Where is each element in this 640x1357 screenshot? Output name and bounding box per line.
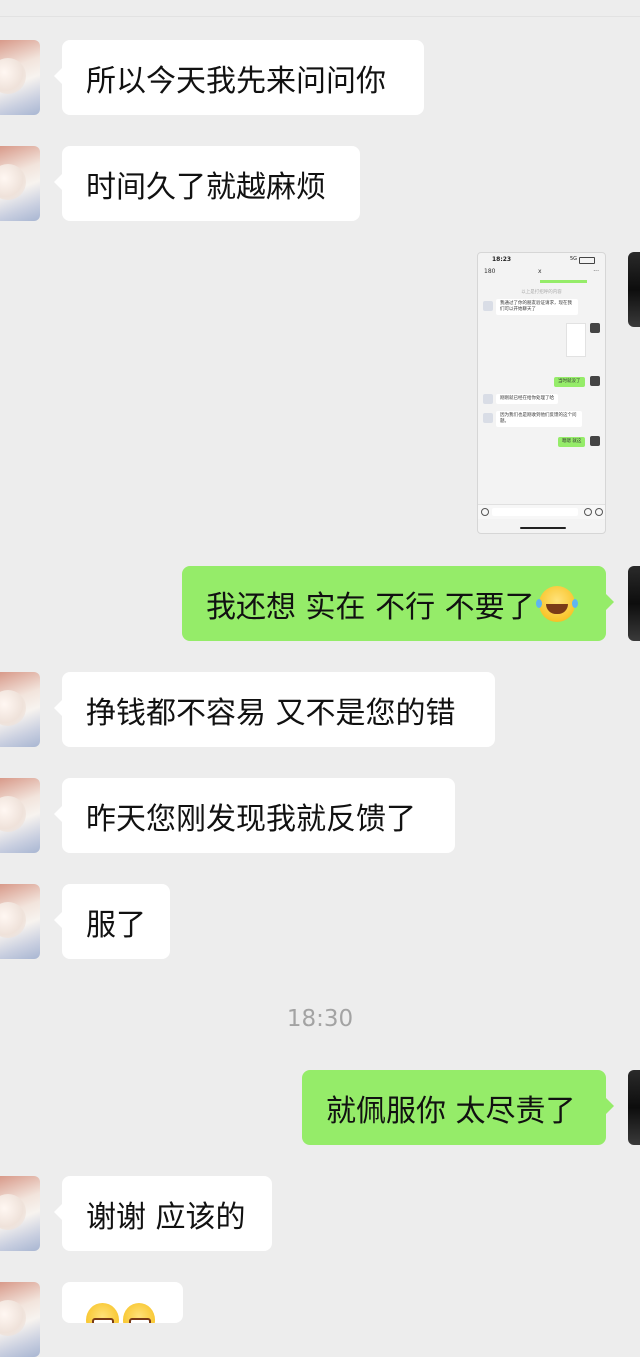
top-divider (0, 16, 640, 17)
thumb-title: x (538, 268, 542, 275)
contact-avatar[interactable] (0, 672, 40, 747)
message-bubble-incoming[interactable]: 昨天您刚发现我就反馈了 (54, 778, 455, 853)
thumb-message-out: 嗯嗯 就这 (558, 437, 586, 447)
user-avatar[interactable] (628, 566, 640, 641)
thumb-user-avatar (590, 323, 600, 333)
thumb-message: 我通过了你的朋友验证请求，现在我们可以开始聊天了 (496, 299, 578, 315)
message-text: 所以今天我先来问问你 (86, 63, 386, 99)
thumb-status-time: 18:23 (492, 256, 512, 263)
thumb-image-card (566, 323, 586, 357)
message-text: 服了 (86, 907, 146, 943)
message-text: 挣钱都不容易 又不是您的错 (86, 695, 456, 731)
contact-avatar[interactable] (0, 146, 40, 221)
thumb-more-icon: ··· (593, 268, 599, 275)
thumb-header: 180 x ··· (478, 268, 605, 280)
voice-icon (481, 508, 489, 516)
contact-avatar[interactable] (0, 40, 40, 115)
thumb-contact-avatar (483, 413, 493, 423)
thumb-system-note: 以上是打招呼的内容 (521, 290, 562, 295)
contact-avatar[interactable] (0, 884, 40, 959)
thumb-message: 因为我们也是刚收到他们反馈的这个问题。 (496, 411, 582, 427)
chat-timestamp: 18:30 (286, 1006, 354, 1032)
contact-avatar[interactable] (0, 778, 40, 853)
contact-avatar[interactable] (0, 1176, 40, 1251)
message-text: 昨天您刚发现我就反馈了 (86, 801, 416, 837)
plus-icon (595, 508, 603, 516)
thumb-input-bar (478, 504, 605, 519)
image-message-screenshot[interactable]: 18:23 5G 180 x ··· 以上是打招呼的内容 我通过了你的朋友验证请… (477, 252, 606, 534)
thumb-back-count: 180 (484, 268, 496, 275)
message-text: 我还想 实在 不行 不要了 (206, 589, 535, 625)
laughing-tears-emoji-icon (535, 585, 575, 622)
message-bubble-incoming[interactable] (62, 1282, 183, 1323)
message-bubble-incoming[interactable]: 所以今天我先来问问你 (54, 40, 424, 115)
thumb-signal: 5G (569, 256, 577, 262)
thumb-contact-avatar (483, 394, 493, 404)
contact-avatar[interactable] (0, 1282, 40, 1357)
message-bubble-incoming[interactable]: 时间久了就越麻烦 (54, 146, 360, 221)
thumb-user-avatar (590, 376, 600, 386)
message-text: 谢谢 应该的 (86, 1199, 246, 1235)
message-bubble-incoming[interactable]: 服了 (54, 884, 170, 959)
message-bubble-outgoing[interactable]: 我还想 实在 不行 不要了 (182, 566, 614, 641)
message-text: 就佩服你 太尽责了 (326, 1093, 576, 1129)
thumb-contact-avatar (483, 301, 493, 311)
thumb-message-out: 当时就没了 (554, 377, 585, 387)
user-avatar[interactable] (628, 252, 640, 327)
message-bubble-outgoing[interactable]: 就佩服你 太尽责了 (302, 1070, 614, 1145)
thumb-message: 刚刚就已经在给你处理了哈 (496, 394, 558, 404)
message-bubble-incoming[interactable]: 挣钱都不容易 又不是您的错 (54, 672, 495, 747)
grinning-emoji-icon (86, 1303, 119, 1323)
message-text: 时间久了就越麻烦 (86, 169, 326, 205)
battery-icon (579, 257, 595, 264)
emoji-icon (584, 508, 592, 516)
message-bubble-incoming[interactable]: 谢谢 应该的 (54, 1176, 272, 1251)
thumb-out-bubble (540, 280, 587, 283)
thumb-user-avatar (590, 436, 600, 446)
user-avatar[interactable] (628, 1070, 640, 1145)
thumb-text-field (492, 508, 578, 516)
grinning-emoji-icon (122, 1303, 155, 1323)
home-indicator (520, 527, 566, 529)
